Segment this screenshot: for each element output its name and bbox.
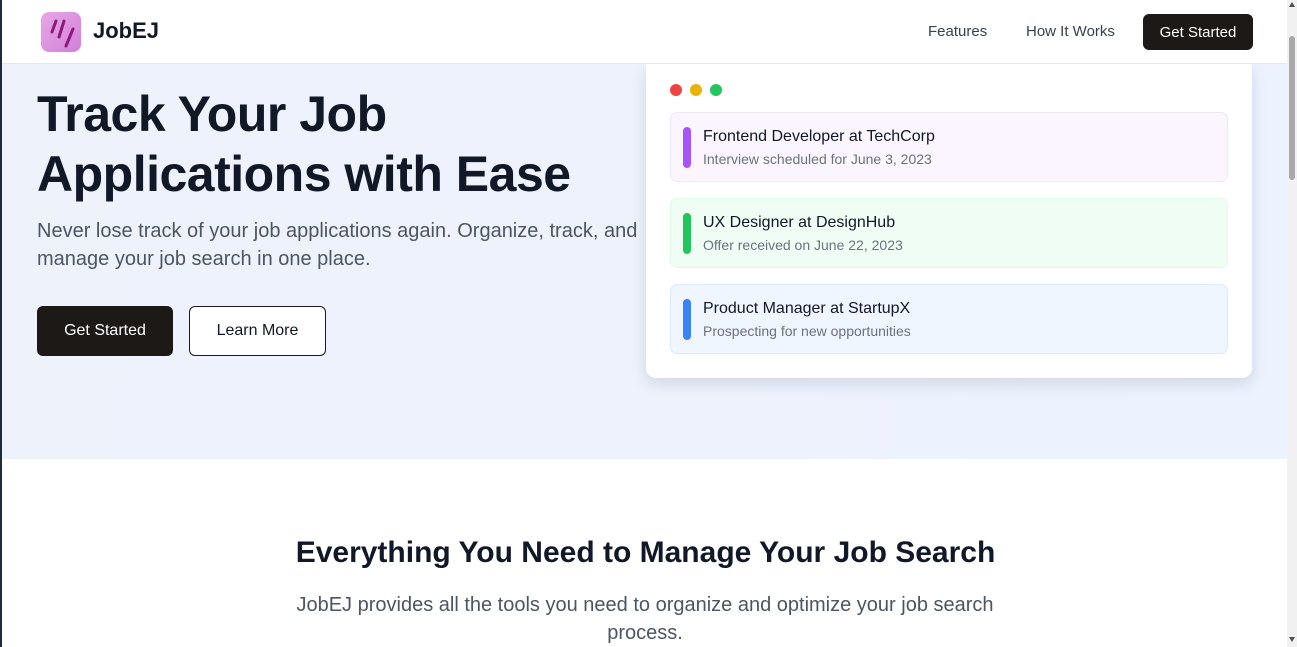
application-card: Product Manager at StartupX Prospecting …	[670, 284, 1228, 354]
status-accent-bar	[683, 127, 691, 168]
application-status: Prospecting for new opportunities	[703, 323, 911, 339]
hero-section: Track Your Job Applications with Ease Ne…	[2, 64, 1287, 459]
learn-more-button[interactable]: Learn More	[189, 306, 326, 356]
hero-get-started-button[interactable]: Get Started	[37, 306, 173, 356]
site-header: JobEJ Features How It Works Get Started	[2, 0, 1287, 64]
page: Track Your Job Applications with Ease Ne…	[0, 0, 1287, 647]
hero-title: Track Your Job Applications with Ease	[37, 86, 571, 202]
status-accent-bar	[683, 213, 691, 254]
brand-name[interactable]: JobEJ	[93, 18, 159, 44]
app-preview-window: Frontend Developer at TechCorp Interview…	[646, 64, 1252, 378]
application-title: Product Manager at StartupX	[703, 300, 911, 317]
hero-subtitle: Never lose track of your job application…	[37, 220, 638, 270]
application-status: Interview scheduled for June 3, 2023	[703, 151, 932, 167]
brand-slashes-icon[interactable]	[41, 12, 81, 52]
application-title: UX Designer at DesignHub	[703, 214, 896, 231]
window-close-dot	[670, 84, 682, 96]
application-card: UX Designer at DesignHub Offer received …	[670, 198, 1228, 268]
nav-link-features[interactable]: Features	[928, 23, 987, 40]
scroll-up-arrow-icon[interactable]	[1289, 2, 1295, 7]
scroll-down-arrow-icon[interactable]	[1289, 637, 1295, 642]
features-title: Everything You Need to Manage Your Job S…	[295, 536, 996, 569]
window-controls	[670, 84, 722, 96]
scrollbar-thumb[interactable]	[1289, 36, 1295, 180]
nav-link-how-it-works[interactable]: How It Works	[1026, 23, 1115, 40]
status-accent-bar	[683, 299, 691, 340]
window-minimize-dot	[690, 84, 702, 96]
features-subtitle: JobEJ provides all the tools you need to…	[296, 594, 994, 644]
application-card: Frontend Developer at TechCorp Interview…	[670, 112, 1228, 182]
header-get-started-button[interactable]: Get Started	[1143, 14, 1253, 50]
application-title: Frontend Developer at TechCorp	[703, 128, 935, 145]
window-maximize-dot	[710, 84, 722, 96]
application-status: Offer received on June 22, 2023	[703, 237, 903, 253]
